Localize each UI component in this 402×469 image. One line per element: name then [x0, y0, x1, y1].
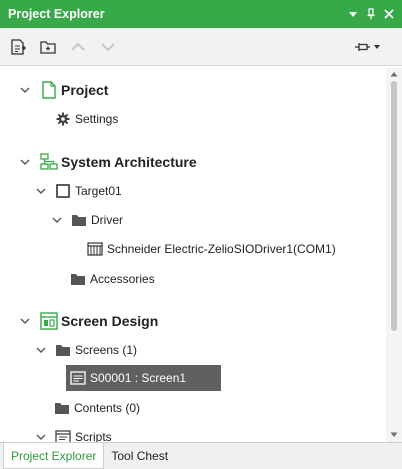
- tree-label: Schneider Electric-ZelioSIODriver1(COM1): [107, 242, 336, 256]
- expand-chevron-icon[interactable]: [18, 155, 32, 169]
- new-folder-button[interactable]: [34, 33, 62, 61]
- panel-pin-button[interactable]: [364, 7, 378, 21]
- tree-label: System Architecture: [61, 154, 197, 170]
- expand-chevron-icon[interactable]: [34, 343, 48, 357]
- project-file-icon: [40, 81, 58, 99]
- expand-chevron-icon[interactable]: [50, 213, 64, 227]
- tab-tool-chest[interactable]: Tool Chest: [104, 443, 175, 469]
- new-item-button[interactable]: [4, 33, 32, 61]
- tab-project-explorer[interactable]: Project Explorer: [3, 443, 105, 469]
- tree-node-contents[interactable]: Contents (0): [53, 395, 140, 421]
- tree-node-driver-item[interactable]: Schneider Electric-ZelioSIODriver1(COM1): [86, 236, 336, 262]
- tree-label: Accessories: [90, 272, 155, 286]
- driver-device-icon: [86, 240, 104, 258]
- tree-node-screens[interactable]: Screens (1): [34, 337, 137, 363]
- tree-label: Driver: [91, 213, 123, 227]
- tree-label: S00001 : Screen1: [90, 371, 187, 385]
- close-icon: [384, 9, 394, 19]
- pin-dropdown-icon: [355, 42, 380, 51]
- gear-icon: [54, 110, 72, 128]
- panel-close-button[interactable]: [382, 7, 396, 21]
- expand-chevron-icon[interactable]: [34, 184, 48, 198]
- bottom-tab-bar: Project Explorer Tool Chest: [0, 442, 402, 469]
- tree-label: Contents (0): [74, 401, 141, 415]
- move-up-icon: [71, 42, 85, 51]
- tree-label: Screen Design: [61, 313, 159, 329]
- tree-node-screen-design[interactable]: Screen Design: [18, 308, 158, 334]
- new-folder-icon: [40, 40, 56, 54]
- folder-icon: [69, 270, 87, 288]
- tree-node-project[interactable]: Project: [18, 77, 108, 103]
- caret-down-icon: [349, 12, 357, 17]
- tree-node-settings[interactable]: Settings: [54, 106, 118, 132]
- target-device-icon: [54, 182, 72, 200]
- tree-label: Target01: [75, 184, 122, 198]
- vertical-scrollbar[interactable]: [386, 67, 402, 442]
- pin-icon: [367, 8, 375, 20]
- scripts-icon: [54, 428, 72, 442]
- expand-chevron-icon[interactable]: [34, 430, 48, 442]
- scroll-up-icon: [390, 72, 398, 77]
- move-up-button[interactable]: [64, 33, 92, 61]
- expand-chevron-icon[interactable]: [18, 83, 32, 97]
- tree-node-screen1[interactable]: S00001 : Screen1: [66, 365, 221, 391]
- tree-node-accessories[interactable]: Accessories: [69, 266, 155, 292]
- pin-dropdown-button[interactable]: [348, 34, 388, 60]
- panel-title-bar: Project Explorer: [0, 0, 402, 28]
- folder-icon: [70, 211, 88, 229]
- tree-label: Screens (1): [75, 343, 138, 357]
- panel-menu-button[interactable]: [346, 7, 360, 21]
- tree-label: Settings: [75, 112, 119, 126]
- scroll-down-icon: [390, 432, 398, 437]
- tree-label: Scripts: [75, 430, 112, 442]
- move-down-button[interactable]: [94, 33, 122, 61]
- folder-icon: [53, 399, 71, 417]
- project-tree: Project Settings System Architecture Tar…: [0, 67, 386, 442]
- folder-icon: [54, 341, 72, 359]
- new-item-icon: [11, 38, 26, 55]
- panel-title: Project Explorer: [8, 7, 105, 21]
- tree-node-target01[interactable]: Target01: [34, 178, 122, 204]
- screen-design-icon: [40, 312, 58, 330]
- scroll-thumb[interactable]: [391, 81, 397, 331]
- tree-node-driver[interactable]: Driver: [50, 207, 123, 233]
- tree-node-scripts[interactable]: Scripts: [34, 424, 112, 442]
- screen-page-icon: [69, 369, 87, 387]
- explorer-toolbar: [0, 28, 402, 66]
- tree-node-system-architecture[interactable]: System Architecture: [18, 149, 197, 175]
- tree-label: Project: [61, 82, 109, 98]
- move-down-icon: [101, 42, 115, 51]
- scroll-up-button[interactable]: [386, 67, 402, 81]
- scroll-down-button[interactable]: [386, 428, 402, 442]
- network-architecture-icon: [40, 153, 58, 171]
- expand-chevron-icon[interactable]: [18, 314, 32, 328]
